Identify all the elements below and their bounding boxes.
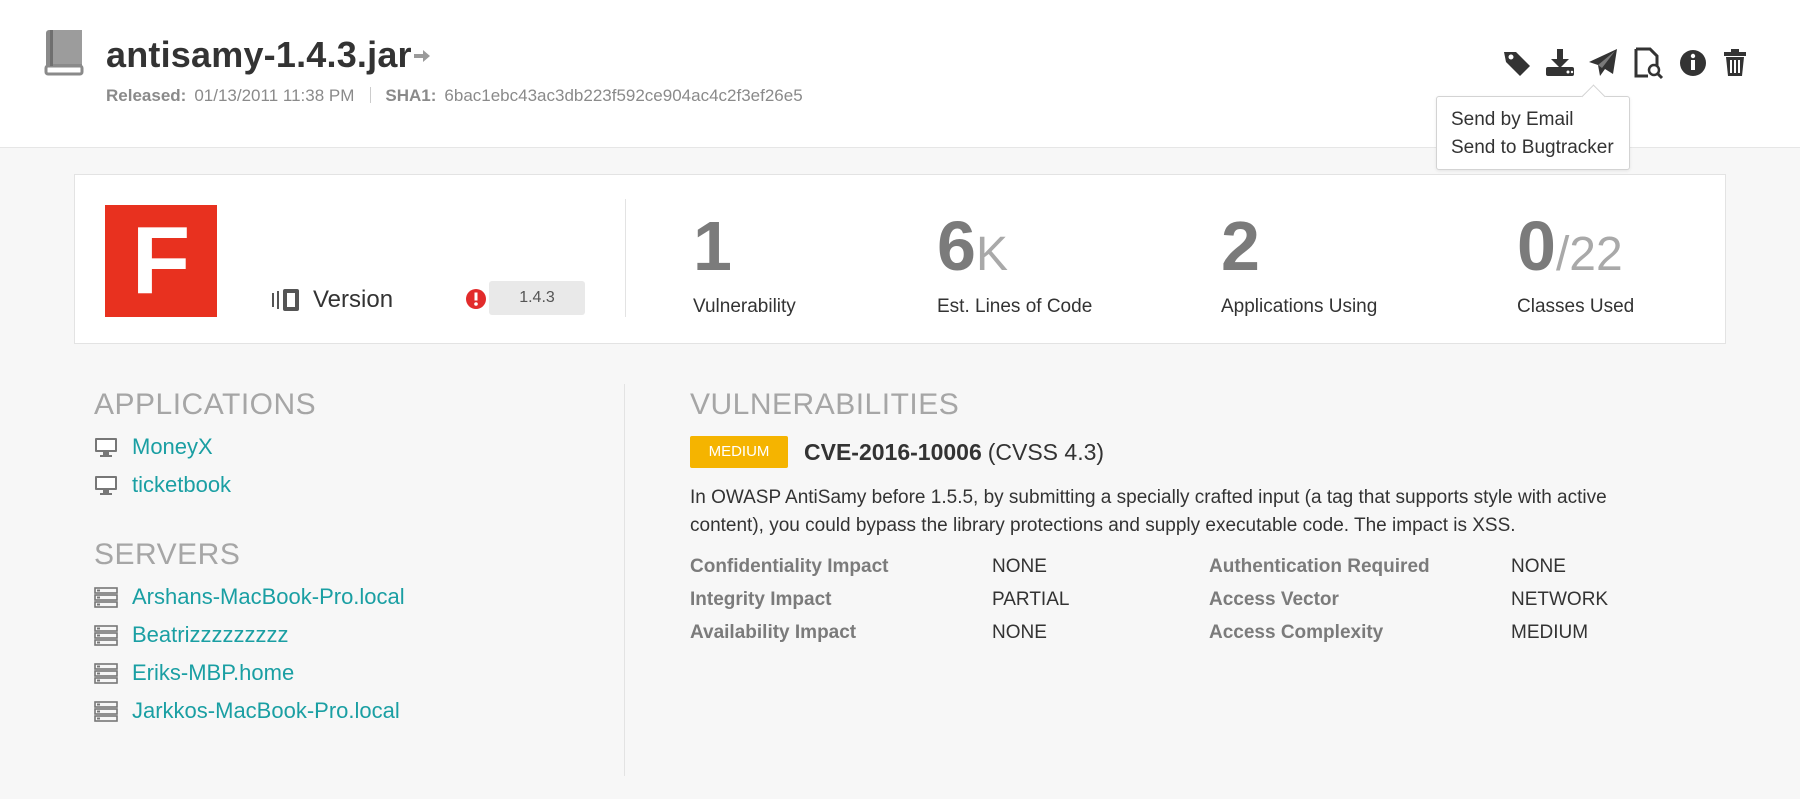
monitor-icon [94, 436, 118, 458]
vulnerabilities-panel: VULNERABILITIES MEDIUM CVE-2016-10006 (C… [690, 388, 1730, 644]
library-meta: Released: 01/13/2011 11:38 PM SHA1: 6bac1eb… [106, 86, 803, 106]
server-item: Eriks-MBP.home [94, 654, 614, 692]
meta-divider [370, 87, 372, 103]
usage-panel: APPLICATIONS MoneyX ticketbook SERVERS A… [94, 388, 614, 730]
stat-value: 1 [693, 207, 732, 285]
vulnerability-title: MEDIUM CVE-2016-10006 (CVSS 4.3) [690, 436, 1730, 468]
sha1-value: 6bac1ebc43ac3db223f592ce904ac4c2f3ef26e5 [444, 86, 803, 105]
version-badge[interactable]: 1.4.3 [489, 281, 585, 315]
impact-value: NETWORK [1511, 589, 1609, 610]
applications-heading: APPLICATIONS [94, 388, 317, 421]
impact-label: Availability Impact [690, 622, 857, 643]
impact-label: Access Vector [1209, 589, 1339, 610]
server-link[interactable]: Beatrizzzzzzzzz [132, 622, 288, 648]
stat-label: Applications Using [1221, 296, 1378, 317]
stat-label: Vulnerability [693, 296, 796, 317]
version-icon [269, 288, 301, 312]
arrow-right-icon[interactable] [412, 48, 432, 64]
stat-value: 2 [1221, 207, 1260, 285]
trash-icon[interactable] [1718, 46, 1752, 80]
download-icon[interactable] [1543, 46, 1577, 80]
impact-value: NONE [992, 622, 1047, 643]
summary-divider [625, 199, 626, 317]
server-item: Beatrizzzzzzzzz [94, 616, 614, 654]
severity-badge: MEDIUM [690, 436, 788, 468]
stat-lines-of-code: 6K Est. Lines of Code [937, 211, 1092, 318]
menu-item-send-bugtracker[interactable]: Send to Bugtracker [1437, 134, 1629, 162]
server-icon [94, 700, 118, 722]
stat-suffix: K [975, 228, 1008, 281]
impact-value: NONE [1511, 556, 1566, 577]
column-divider [624, 384, 625, 776]
application-link[interactable]: ticketbook [132, 472, 231, 498]
impact-label: Authentication Required [1209, 556, 1430, 577]
servers-heading: SERVERS [94, 538, 241, 571]
application-link[interactable]: MoneyX [132, 434, 213, 460]
tag-icon[interactable] [1500, 46, 1534, 80]
page-title: antisamy-1.4.3.jar [106, 34, 412, 75]
impact-value: NONE [992, 556, 1047, 577]
impact-label: Integrity Impact [690, 589, 832, 610]
impact-label: Access Complexity [1209, 622, 1384, 643]
server-item: Jarkkos-MacBook-Pro.local [94, 692, 614, 730]
impact-label: Confidentiality Impact [690, 556, 889, 577]
vulnerabilities-heading: VULNERABILITIES [690, 388, 960, 421]
vulnerability-description: In OWASP AntiSamy before 1.5.5, by submi… [690, 487, 1607, 536]
menu-item-send-email[interactable]: Send by Email [1437, 106, 1629, 134]
alert-icon [465, 288, 487, 310]
book-icon [44, 28, 86, 76]
servers-list: Arshans-MacBook-Pro.local Beatrizzzzzzzz… [94, 578, 614, 730]
stat-value: 6 [937, 207, 976, 285]
released-label: Released: [106, 86, 187, 105]
server-link[interactable]: Jarkkos-MacBook-Pro.local [132, 698, 400, 724]
version-label: Version [313, 286, 394, 313]
server-link[interactable]: Eriks-MBP.home [132, 660, 294, 686]
server-icon [94, 586, 118, 608]
monitor-icon [94, 474, 118, 496]
server-item: Arshans-MacBook-Pro.local [94, 578, 614, 616]
stat-label: Est. Lines of Code [937, 296, 1093, 317]
stat-vulnerabilities[interactable]: 1 Vulnerability [693, 211, 796, 318]
released-value: 01/13/2011 11:38 PM [194, 86, 355, 105]
server-icon [94, 662, 118, 684]
stat-suffix: /22 [1555, 228, 1623, 281]
cve-id[interactable]: CVE-2016-10006 [804, 439, 982, 466]
cvss-score: (CVSS 4.3) [987, 438, 1105, 465]
server-link[interactable]: Arshans-MacBook-Pro.local [132, 584, 405, 610]
server-icon [94, 624, 118, 646]
impact-grid: Confidentiality Impact NONE Authenticati… [690, 556, 1730, 644]
impact-value: MEDIUM [1511, 622, 1589, 643]
document-search-icon[interactable] [1631, 46, 1665, 80]
applications-list: MoneyX ticketbook [94, 428, 614, 504]
stat-classes-used: 0/22 Classes Used [1517, 211, 1634, 318]
info-icon[interactable] [1676, 46, 1710, 80]
sha1-label: SHA1: [385, 86, 437, 105]
application-item: MoneyX [94, 428, 614, 466]
summary-card: F Version 1.4.3 1 Vulnerability 6K Est. … [74, 174, 1726, 344]
impact-value: PARTIAL [992, 589, 1070, 610]
library-header: antisamy-1.4.3.jar Released: 01/13/2011 1… [0, 0, 1800, 170]
application-item: ticketbook [94, 466, 614, 504]
security-grade: F [105, 205, 217, 317]
stat-applications-using[interactable]: 2 Applications Using [1221, 211, 1377, 318]
send-menu: Send by Email Send to Bugtracker [1436, 96, 1630, 170]
stat-value: 0 [1517, 207, 1556, 285]
stat-label: Classes Used [1517, 296, 1635, 317]
send-icon[interactable] [1586, 46, 1620, 80]
